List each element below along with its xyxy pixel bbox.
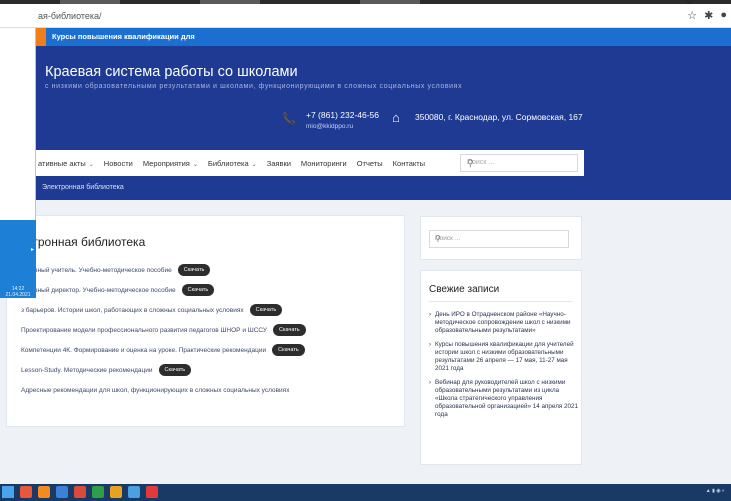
search-icon[interactable]: ⚲ (435, 234, 562, 243)
home-icon: ⌂ (392, 110, 400, 125)
yandex-icon[interactable] (74, 486, 86, 498)
star-icon[interactable]: ☆ (687, 9, 697, 22)
list-item: ективный директор. Учебно-методическое п… (21, 280, 306, 300)
taskbar: ▲ ▮ ◉ ◐ (0, 484, 731, 501)
document-title[interactable]: ективный учитель. Учебно-методическое по… (21, 267, 172, 274)
nav-item[interactable]: ативные акты ⌄ (38, 159, 94, 168)
chrome-icon[interactable] (110, 486, 122, 498)
document-title[interactable]: Компетенции 4К. Формирование и оценка на… (21, 347, 266, 354)
profile-icon[interactable]: ● (720, 9, 727, 22)
page-title: ктронная библиотека (27, 235, 146, 249)
windows-start-icon[interactable] (2, 486, 14, 498)
firefox-icon[interactable] (38, 486, 50, 498)
nav-item[interactable]: Отчеты (357, 159, 383, 168)
site-title[interactable]: Краевая система работы со школами (45, 64, 298, 80)
list-item: Lesson-Study. Методические рекомендации С… (21, 360, 306, 380)
header-phone[interactable]: +7 (861) 232-46-56 (306, 110, 379, 120)
recent-posts-widget: Свежие записи День ИРО в Отрадненском ра… (420, 270, 582, 465)
nav-item[interactable]: Мероприятия ⌄ (143, 159, 198, 168)
nav-item[interactable]: Контакты (393, 159, 425, 168)
list-item: Компетенции 4К. Формирование и оценка на… (21, 340, 306, 360)
download-button[interactable]: Скачать (158, 364, 192, 376)
url-text[interactable]: ая-библиотека/ (38, 11, 102, 21)
divider (429, 301, 573, 302)
excel-icon[interactable] (92, 486, 104, 498)
download-button[interactable]: Скачать (273, 324, 306, 336)
breadcrumb: Электронная библиотека (36, 176, 731, 200)
puzzle-icon[interactable]: ✱ (704, 9, 713, 22)
chevron-down-icon[interactable]: ⌄ (89, 162, 94, 168)
word-icon[interactable] (56, 486, 68, 498)
address-bar[interactable]: ая-библиотека/ ☆ ✱ ● (0, 4, 731, 28)
breadcrumb-current: Электронная библиотека (42, 184, 124, 191)
library-list: ективный учитель. Учебно-методическое по… (21, 260, 306, 400)
nav-item[interactable]: Библиотека ⌄ (208, 159, 257, 168)
header-address: 350080, г. Краснодар, ул. Сормовская, 16… (415, 112, 583, 122)
yandex-browser-icon[interactable] (146, 486, 158, 498)
document-title[interactable]: Адресные рекомендации для школ, функцион… (21, 387, 289, 394)
browser-actions: ☆ ✱ ● (687, 9, 727, 22)
download-button[interactable]: Скачать (249, 304, 283, 316)
download-button[interactable]: Скачать (177, 264, 211, 276)
nav-filler (584, 150, 731, 176)
recent-posts-title: Свежие записи (429, 284, 500, 295)
overlapping-window (0, 28, 36, 220)
nav-search-input[interactable]: Поиск ... ⚲ (460, 154, 578, 172)
list-item: з барьеров. Истории школ, работающих в с… (21, 300, 306, 320)
nav-item[interactable]: Мониторинги (301, 159, 347, 168)
screen: ✕ ая-библиотека/ ☆ ✱ ● ▸ 14:22 21.04.202… (0, 0, 731, 501)
download-button[interactable]: Скачать (181, 284, 215, 296)
edge-icon[interactable] (128, 486, 140, 498)
list-item: ективный учитель. Учебно-методическое по… (21, 260, 306, 280)
site-subtitle: с низкими образовательными результатами … (45, 83, 463, 90)
sidebar-search-input[interactable]: Поиск ... ⚲ (429, 230, 569, 248)
list-item: Проектирование модели профессионального … (21, 320, 306, 340)
recent-post-link[interactable]: Вебинар для руководителей школ с низкими… (429, 379, 579, 419)
document-title[interactable]: Проектирование модели профессионального … (21, 327, 267, 334)
nav-item[interactable]: Новости (104, 159, 133, 168)
recent-post-link[interactable]: День ИРО в Отрадненском районе «Научно-м… (429, 311, 579, 335)
taskbar-clock: 14:22 21.04.2021 (5, 286, 31, 298)
search-icon[interactable]: ⚲ (467, 158, 569, 169)
document-title[interactable]: ективный директор. Учебно-методическое п… (21, 287, 176, 294)
document-title[interactable]: з барьеров. Истории школ, работающих в с… (21, 307, 244, 314)
document-title[interactable]: Lesson-Study. Методические рекомендации (21, 367, 153, 374)
recent-posts-list: День ИРО в Отрадненском районе «Научно-м… (429, 311, 579, 425)
site-header: Краевая система работы со школами с низк… (36, 46, 731, 150)
system-tray[interactable]: ▲ ▮ ◉ ◐ (706, 488, 725, 494)
header-email[interactable]: mio@kkidppo.ru (306, 123, 353, 130)
list-item: Адресные рекомендации для школ, функцион… (21, 380, 306, 400)
notice-bar[interactable]: Курсы повышения квалификации для (36, 28, 731, 46)
main-nav: ативные акты ⌄ Новости Мероприятия ⌄ Библиоте… (36, 150, 584, 176)
notice-accent (36, 28, 46, 46)
sidebar-search-widget: Поиск ... ⚲ (420, 216, 582, 260)
chevron-down-icon[interactable]: ⌄ (193, 162, 198, 168)
phone-icon: 📞 (282, 113, 296, 125)
recent-post-link[interactable]: Курсы повышения квалификации для учителе… (429, 341, 579, 373)
overlapping-window-desktop: ▸ 14:22 21.04.2021 (0, 220, 36, 298)
chevron-right-icon[interactable]: ▸ (31, 246, 34, 253)
nav-item[interactable]: Заявки (267, 159, 291, 168)
notice-text[interactable]: Курсы повышения квалификации для (52, 32, 195, 41)
download-button[interactable]: Скачать (272, 344, 305, 356)
opera-icon[interactable] (20, 486, 32, 498)
library-card: ктронная библиотека ективный учитель. Уч… (6, 215, 405, 427)
chevron-down-icon[interactable]: ⌄ (252, 162, 257, 168)
